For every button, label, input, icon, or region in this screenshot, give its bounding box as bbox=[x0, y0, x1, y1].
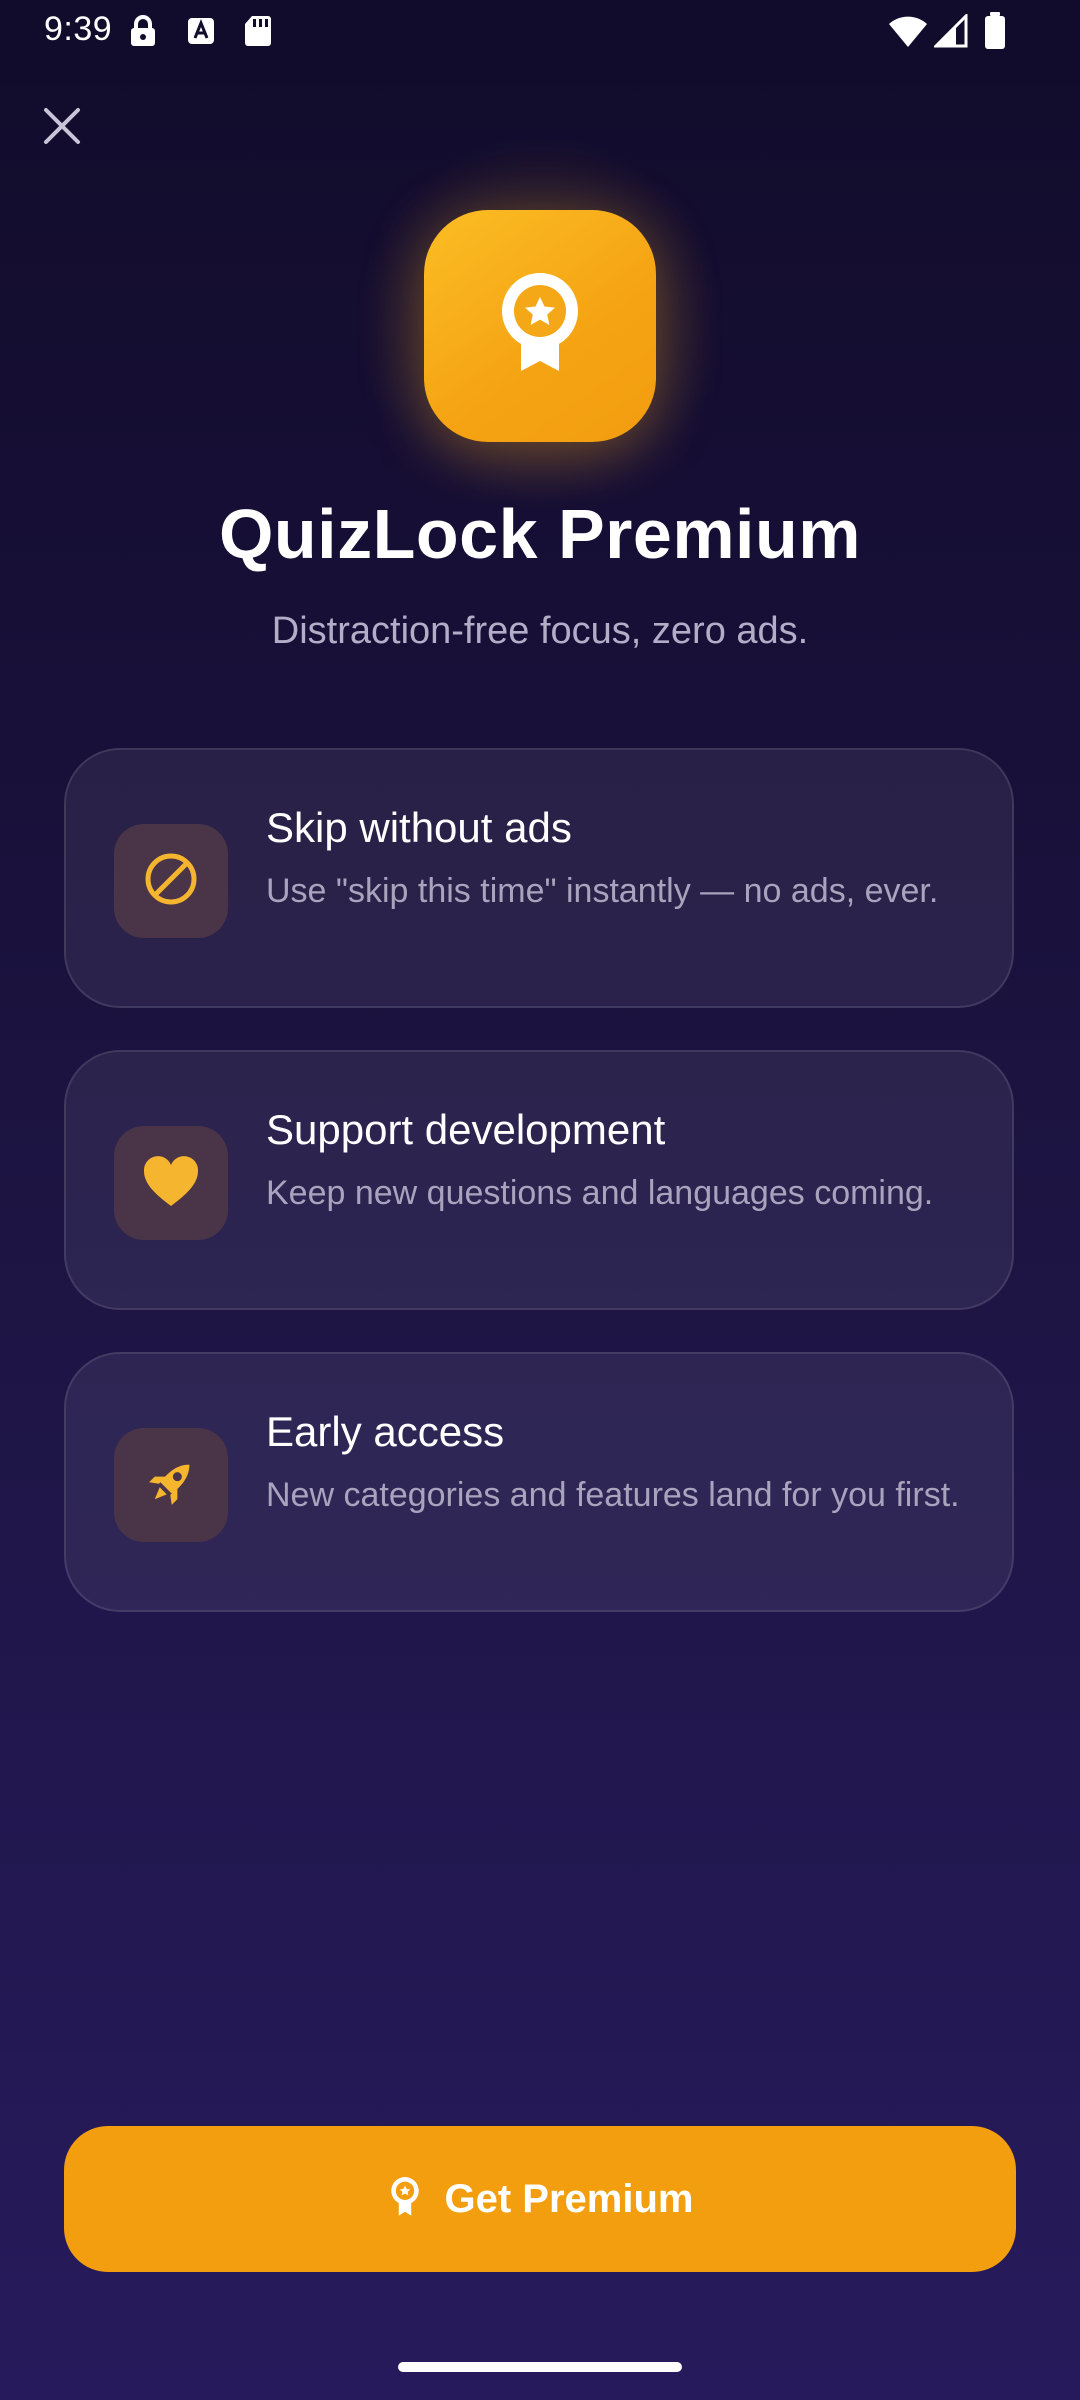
sd-card-icon bbox=[244, 14, 272, 53]
status-time: 9:39 bbox=[44, 10, 113, 48]
feature-card-early-access: Early access New categories and features… bbox=[64, 1352, 1014, 1612]
feature-description: Keep new questions and languages coming. bbox=[266, 1174, 934, 1212]
wifi-icon bbox=[888, 14, 928, 53]
hero-badge bbox=[424, 210, 656, 442]
feature-card-support-development: Support development Keep new questions a… bbox=[64, 1050, 1014, 1310]
home-indicator[interactable] bbox=[398, 2362, 682, 2372]
close-button[interactable] bbox=[30, 96, 94, 160]
cell-signal-icon bbox=[932, 12, 968, 53]
keyboard-icon bbox=[186, 16, 216, 51]
block-icon bbox=[143, 851, 199, 912]
lock-icon bbox=[128, 14, 158, 53]
feature-description: Use "skip this time" instantly — no ads,… bbox=[266, 872, 939, 910]
battery-icon bbox=[984, 12, 1006, 55]
heart-icon bbox=[142, 1154, 200, 1213]
feature-icon-box bbox=[114, 1428, 228, 1542]
award-badge-icon bbox=[485, 269, 595, 384]
close-icon bbox=[42, 106, 82, 151]
status-bar: 9:39 bbox=[0, 0, 1080, 64]
feature-icon-box bbox=[114, 824, 228, 938]
feature-description: New categories and features land for you… bbox=[266, 1476, 960, 1514]
feature-icon-box bbox=[114, 1126, 228, 1240]
feature-card-skip-ads: Skip without ads Use "skip this time" in… bbox=[64, 748, 1014, 1008]
award-badge-icon bbox=[387, 2175, 423, 2224]
rocket-icon bbox=[142, 1454, 200, 1517]
get-premium-button[interactable]: Get Premium bbox=[64, 2126, 1016, 2272]
feature-title: Support development bbox=[266, 1106, 666, 1153]
feature-title: Skip without ads bbox=[266, 804, 572, 851]
page-subtitle: Distraction-free focus, zero ads. bbox=[271, 610, 809, 652]
feature-title: Early access bbox=[266, 1408, 505, 1455]
page-title: QuizLock Premium bbox=[218, 495, 862, 573]
get-premium-label: Get Premium bbox=[444, 2176, 694, 2221]
